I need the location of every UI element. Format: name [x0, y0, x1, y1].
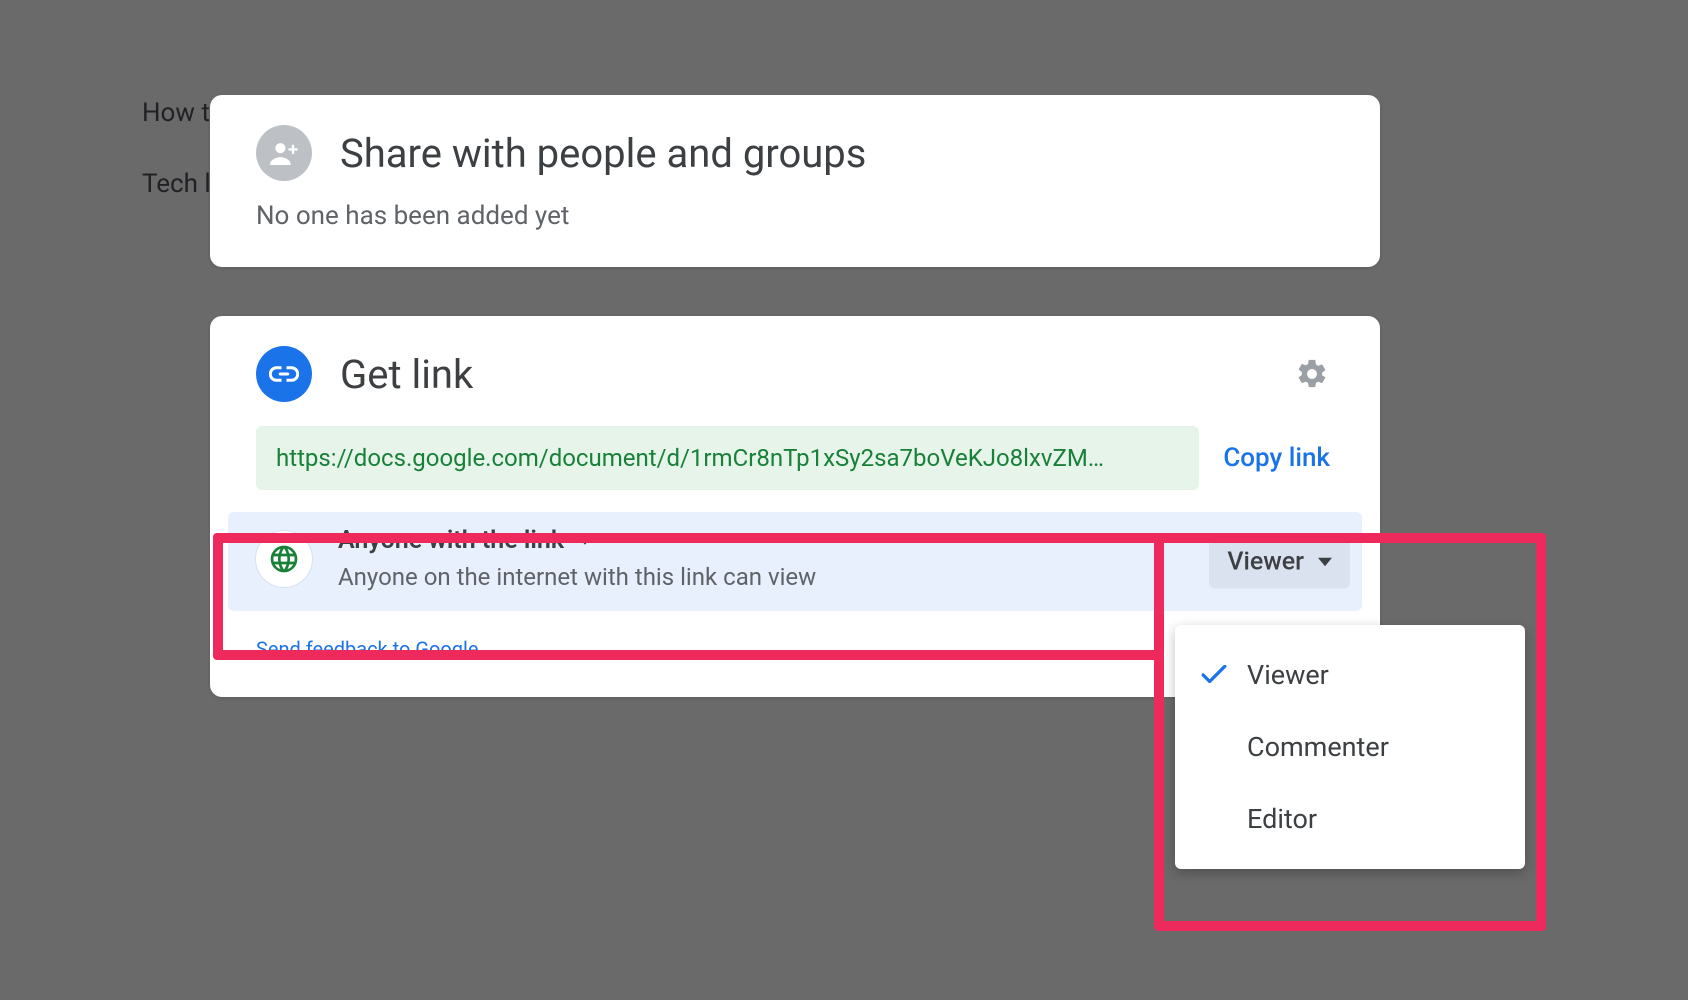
- role-option-editor[interactable]: Editor: [1175, 783, 1525, 855]
- chevron-down-icon: [578, 536, 592, 545]
- link-access-panel: Anyone with the link Anyone on the inter…: [228, 512, 1362, 611]
- role-menu: Viewer Commenter Editor: [1175, 625, 1525, 869]
- share-card: Share with people and groups No one has …: [210, 95, 1380, 267]
- chevron-down-icon: [1318, 557, 1332, 566]
- role-option-viewer[interactable]: Viewer: [1175, 639, 1525, 711]
- link-scope-label: Anyone with the link: [338, 526, 564, 555]
- role-option-label: Editor: [1247, 803, 1317, 835]
- role-option-commenter[interactable]: Commenter: [1175, 711, 1525, 783]
- check-icon: [1201, 665, 1247, 685]
- link-scope-dropdown[interactable]: Anyone with the link: [338, 526, 1334, 555]
- share-title: Share with people and groups: [340, 130, 866, 177]
- link-scope-description: Anyone on the internet with this link ca…: [338, 563, 1334, 591]
- role-option-label: Viewer: [1247, 659, 1329, 691]
- role-option-label: Commenter: [1247, 731, 1389, 763]
- settings-button[interactable]: [1290, 352, 1334, 396]
- role-dropdown-button[interactable]: Viewer: [1209, 535, 1350, 588]
- person-add-icon: [256, 125, 312, 181]
- role-dropdown-label: Viewer: [1227, 547, 1304, 576]
- background-text: Tech l: [142, 169, 211, 199]
- share-url-box[interactable]: https://docs.google.com/document/d/1rmCr…: [256, 426, 1199, 490]
- link-icon: [256, 346, 312, 402]
- get-link-title: Get link: [340, 351, 1262, 398]
- share-header[interactable]: Share with people and groups: [256, 125, 1334, 181]
- gear-icon: [1295, 357, 1329, 391]
- share-subtitle: No one has been added yet: [256, 201, 1334, 231]
- send-feedback-link[interactable]: Send feedback to Google: [256, 637, 1334, 661]
- globe-icon: [256, 531, 312, 587]
- copy-link-button[interactable]: Copy link: [1223, 443, 1334, 473]
- background-text: How t: [142, 98, 210, 128]
